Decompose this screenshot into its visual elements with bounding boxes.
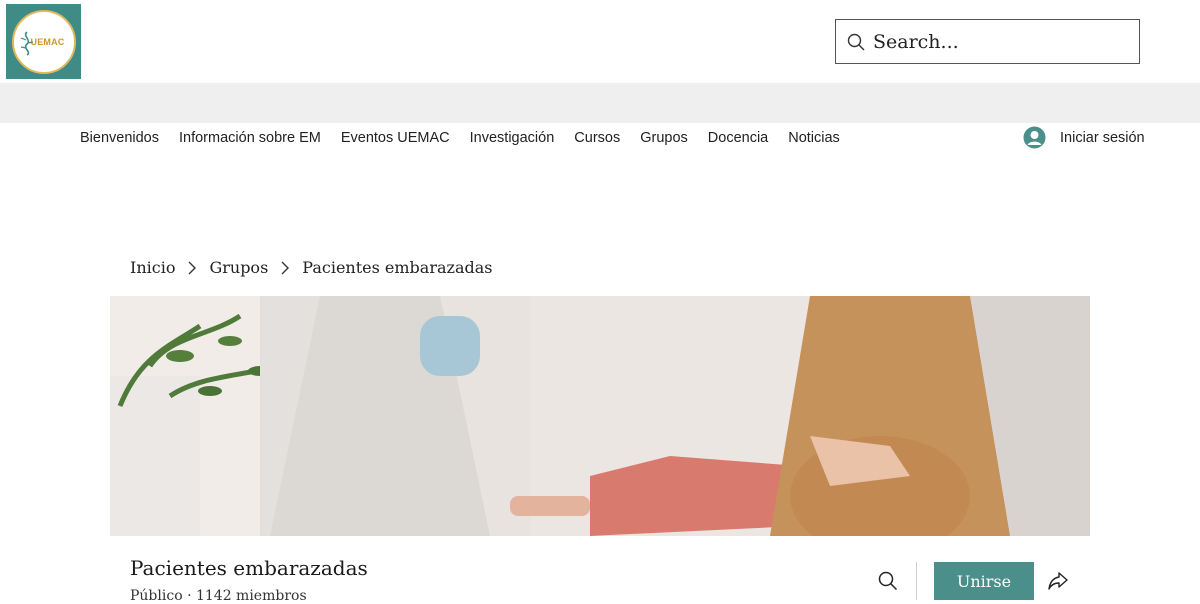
login-button[interactable]: Iniciar sesión bbox=[1023, 126, 1145, 149]
user-avatar-icon bbox=[1023, 126, 1046, 149]
nav-item-noticias[interactable]: Noticias bbox=[778, 130, 850, 146]
nav-item-cursos[interactable]: Cursos bbox=[564, 130, 630, 146]
breadcrumb-grupos[interactable]: Grupos bbox=[209, 258, 268, 277]
chevron-right-icon bbox=[280, 260, 290, 276]
nav-item-bienvenidos[interactable]: Bienvenidos bbox=[70, 130, 169, 146]
search-icon bbox=[878, 571, 898, 591]
join-button[interactable]: Unirse bbox=[934, 562, 1034, 600]
search-input[interactable] bbox=[873, 30, 1113, 53]
cover-illustration bbox=[110, 296, 1090, 536]
group-search-button[interactable] bbox=[878, 571, 898, 596]
share-button[interactable] bbox=[1047, 571, 1069, 596]
site-logo[interactable]: UEMAC bbox=[6, 4, 81, 79]
search-box[interactable] bbox=[835, 19, 1140, 64]
main-nav: Bienvenidos Información sobre EM Eventos… bbox=[70, 128, 850, 148]
breadcrumb: Inicio Grupos Pacientes embarazadas bbox=[130, 258, 492, 277]
breadcrumb-inicio[interactable]: Inicio bbox=[130, 258, 175, 277]
nav-item-grupos[interactable]: Grupos bbox=[630, 130, 698, 146]
search-icon bbox=[847, 33, 865, 50]
logo-mark-icon bbox=[20, 30, 33, 56]
group-meta: Público · 1142 miembros bbox=[130, 588, 307, 604]
header-band bbox=[0, 83, 1200, 123]
logo-text: UEMAC bbox=[30, 36, 65, 47]
group-cover-image bbox=[110, 296, 1090, 536]
share-icon bbox=[1048, 572, 1068, 590]
logo-badge: UEMAC bbox=[11, 9, 76, 74]
nav-item-informacion-em[interactable]: Información sobre EM bbox=[169, 130, 331, 146]
nav-item-eventos[interactable]: Eventos UEMAC bbox=[331, 130, 460, 146]
nav-item-docencia[interactable]: Docencia bbox=[698, 130, 778, 146]
action-divider bbox=[916, 562, 917, 600]
login-label: Iniciar sesión bbox=[1060, 129, 1145, 146]
breadcrumb-current: Pacientes embarazadas bbox=[302, 258, 493, 277]
group-title: Pacientes embarazadas bbox=[130, 556, 368, 580]
nav-item-investigacion[interactable]: Investigación bbox=[460, 130, 565, 146]
chevron-right-icon bbox=[187, 260, 197, 276]
